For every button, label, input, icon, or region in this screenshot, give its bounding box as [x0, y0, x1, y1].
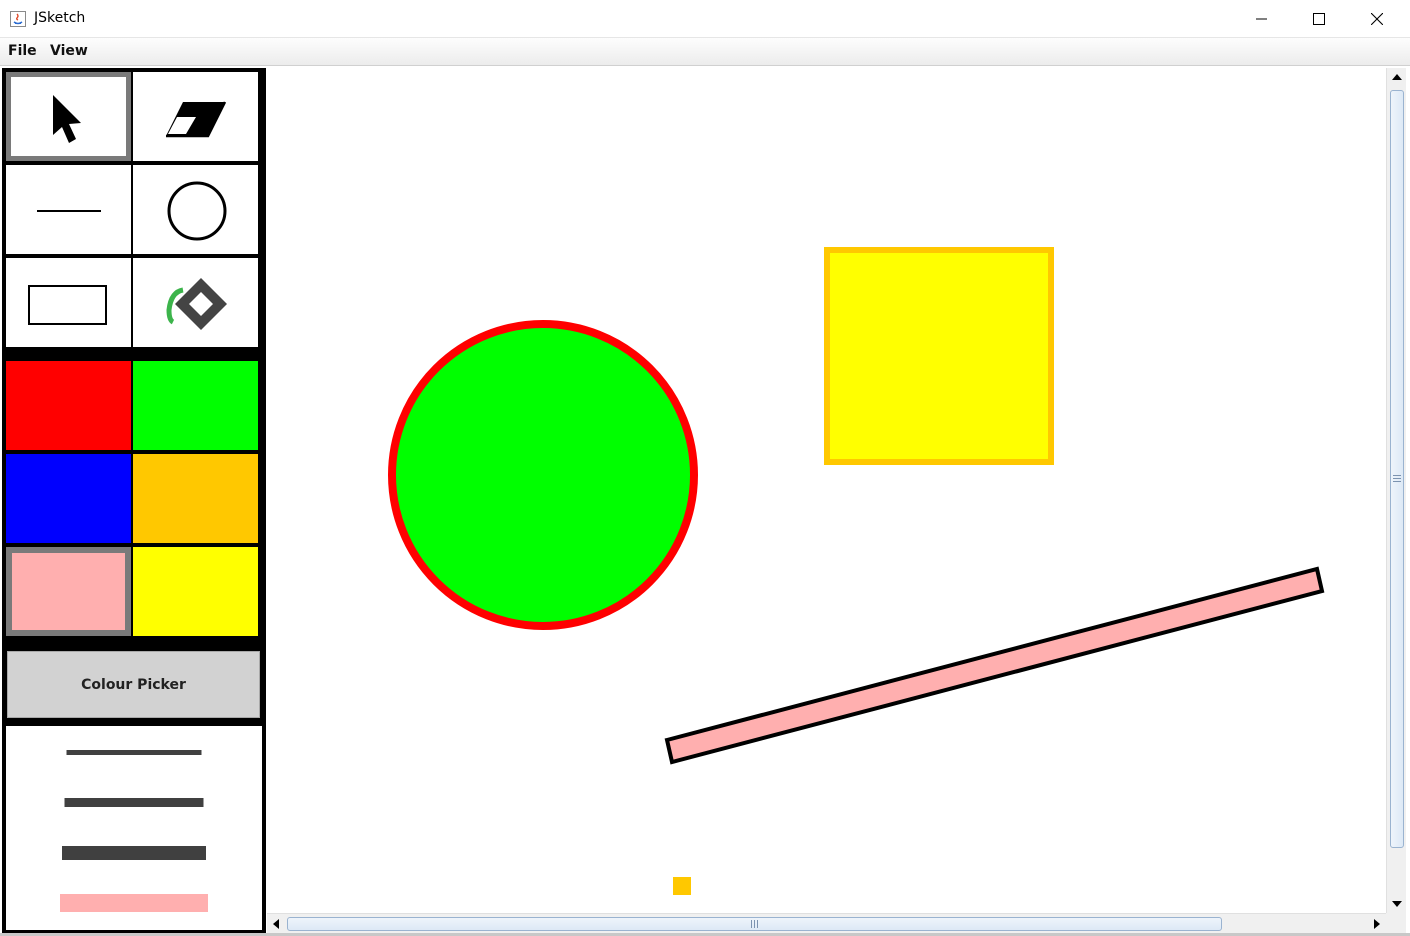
close-button[interactable]: [1348, 0, 1406, 38]
thickness-option-4[interactable]: [60, 894, 208, 912]
scroll-corner: [1386, 913, 1406, 933]
line-icon: [37, 210, 101, 212]
color-swatch-blue[interactable]: [6, 454, 131, 543]
paint-bucket-icon: [166, 278, 227, 330]
cursor-icon: [53, 95, 81, 143]
menu-view[interactable]: View: [50, 43, 88, 59]
eraser-icon: [166, 101, 227, 138]
thickness-option-3[interactable]: [62, 846, 206, 860]
tool-fill-button[interactable]: [133, 258, 258, 347]
thickness-option-1[interactable]: [66, 750, 202, 755]
horizontal-scroll-thumb[interactable]: [287, 917, 1222, 931]
maximize-icon: [1313, 13, 1325, 25]
shape-square[interactable]: [824, 247, 1054, 465]
color-swatch-red[interactable]: [6, 361, 131, 450]
tool-select-button[interactable]: [6, 72, 131, 161]
menu-file[interactable]: File: [8, 43, 37, 59]
color-swatch-yellow[interactable]: [133, 547, 258, 636]
tool-rectangle-button[interactable]: [6, 258, 131, 347]
shape-thick-line[interactable]: [664, 566, 1325, 765]
menu-bar: File View: [0, 38, 1410, 66]
scroll-down-arrow-icon[interactable]: [1387, 893, 1407, 913]
rectangle-icon: [28, 285, 107, 325]
tool-line-button[interactable]: [6, 165, 131, 254]
vertical-scroll-thumb[interactable]: [1390, 90, 1404, 848]
minimize-icon: [1256, 18, 1267, 20]
color-swatch-orange[interactable]: [133, 454, 258, 543]
colour-picker-button[interactable]: Colour Picker: [7, 651, 260, 718]
scroll-up-arrow-icon[interactable]: [1387, 68, 1407, 88]
tool-sidebar: Colour Picker: [2, 68, 266, 934]
color-swatch-pink[interactable]: [6, 547, 131, 636]
thickness-panel: [6, 726, 262, 930]
minimize-button[interactable]: [1232, 0, 1290, 38]
tool-circle-button[interactable]: [133, 165, 258, 254]
shape-small-square[interactable]: [673, 877, 691, 895]
shape-circle[interactable]: [388, 320, 698, 630]
vertical-scrollbar[interactable]: [1386, 68, 1406, 913]
horizontal-scrollbar[interactable]: [267, 913, 1386, 933]
color-swatch-green[interactable]: [133, 361, 258, 450]
thickness-option-2[interactable]: [64, 798, 204, 807]
close-icon: [1371, 13, 1383, 25]
circle-icon: [167, 181, 227, 241]
drawing-canvas[interactable]: [267, 68, 1385, 913]
scroll-left-arrow-icon[interactable]: [267, 914, 287, 934]
maximize-button[interactable]: [1290, 0, 1348, 38]
title-bar: JSketch: [0, 0, 1410, 38]
java-app-icon: [10, 11, 26, 27]
scroll-right-arrow-icon[interactable]: [1366, 914, 1386, 934]
window-title: JSketch: [34, 10, 86, 26]
tool-erase-button[interactable]: [133, 72, 258, 161]
